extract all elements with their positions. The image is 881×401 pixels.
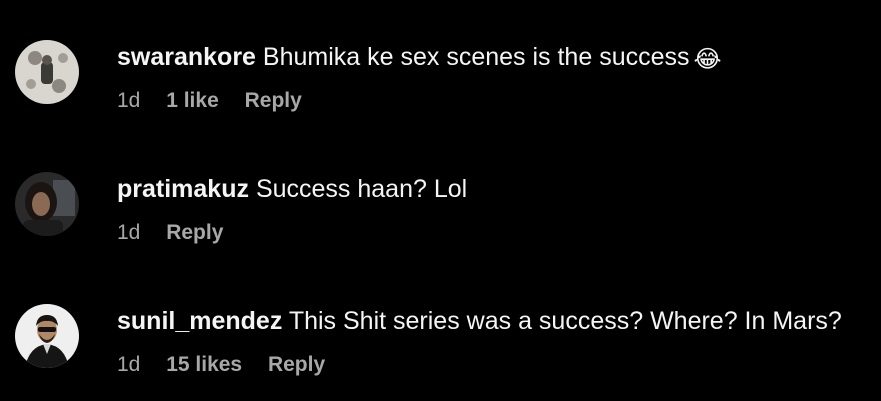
reply-button[interactable]: Reply — [166, 221, 223, 244]
comment-text: pratimakuz Success haan? Lol — [117, 172, 861, 206]
avatar[interactable] — [15, 172, 79, 236]
comment-text: sunil_mendez This Shit series was a succ… — [117, 304, 861, 338]
comment-message: Success haan? Lol — [255, 175, 468, 203]
like-count-button[interactable]: 15 likes — [166, 353, 242, 376]
comment-username[interactable]: pratimakuz — [117, 175, 249, 203]
comment-message: This Shit series was a success? Where? I… — [288, 307, 842, 335]
comment-meta: 1d Reply — [117, 219, 861, 247]
reply-button[interactable]: Reply — [268, 353, 325, 376]
comment-meta: 1d 15 likes Reply — [117, 351, 861, 379]
comment-meta: 1d 1 like Reply — [117, 87, 861, 115]
comment-text: swarankore Bhumika ke sex scenes is the … — [117, 40, 861, 74]
comment-username[interactable]: sunil_mendez — [117, 307, 282, 335]
comment-username[interactable]: swarankore — [117, 43, 256, 71]
laughing-emoji-icon: 😂 — [693, 46, 722, 73]
comment-time: 1d — [117, 89, 141, 112]
avatar[interactable] — [15, 304, 79, 368]
comment-time: 1d — [117, 353, 141, 376]
comment-message: Bhumika ke sex scenes is the success — [262, 43, 690, 71]
reply-button[interactable]: Reply — [245, 89, 302, 112]
like-count-button[interactable]: 1 like — [166, 89, 219, 112]
avatar[interactable] — [15, 40, 79, 104]
comment-time: 1d — [117, 221, 141, 244]
